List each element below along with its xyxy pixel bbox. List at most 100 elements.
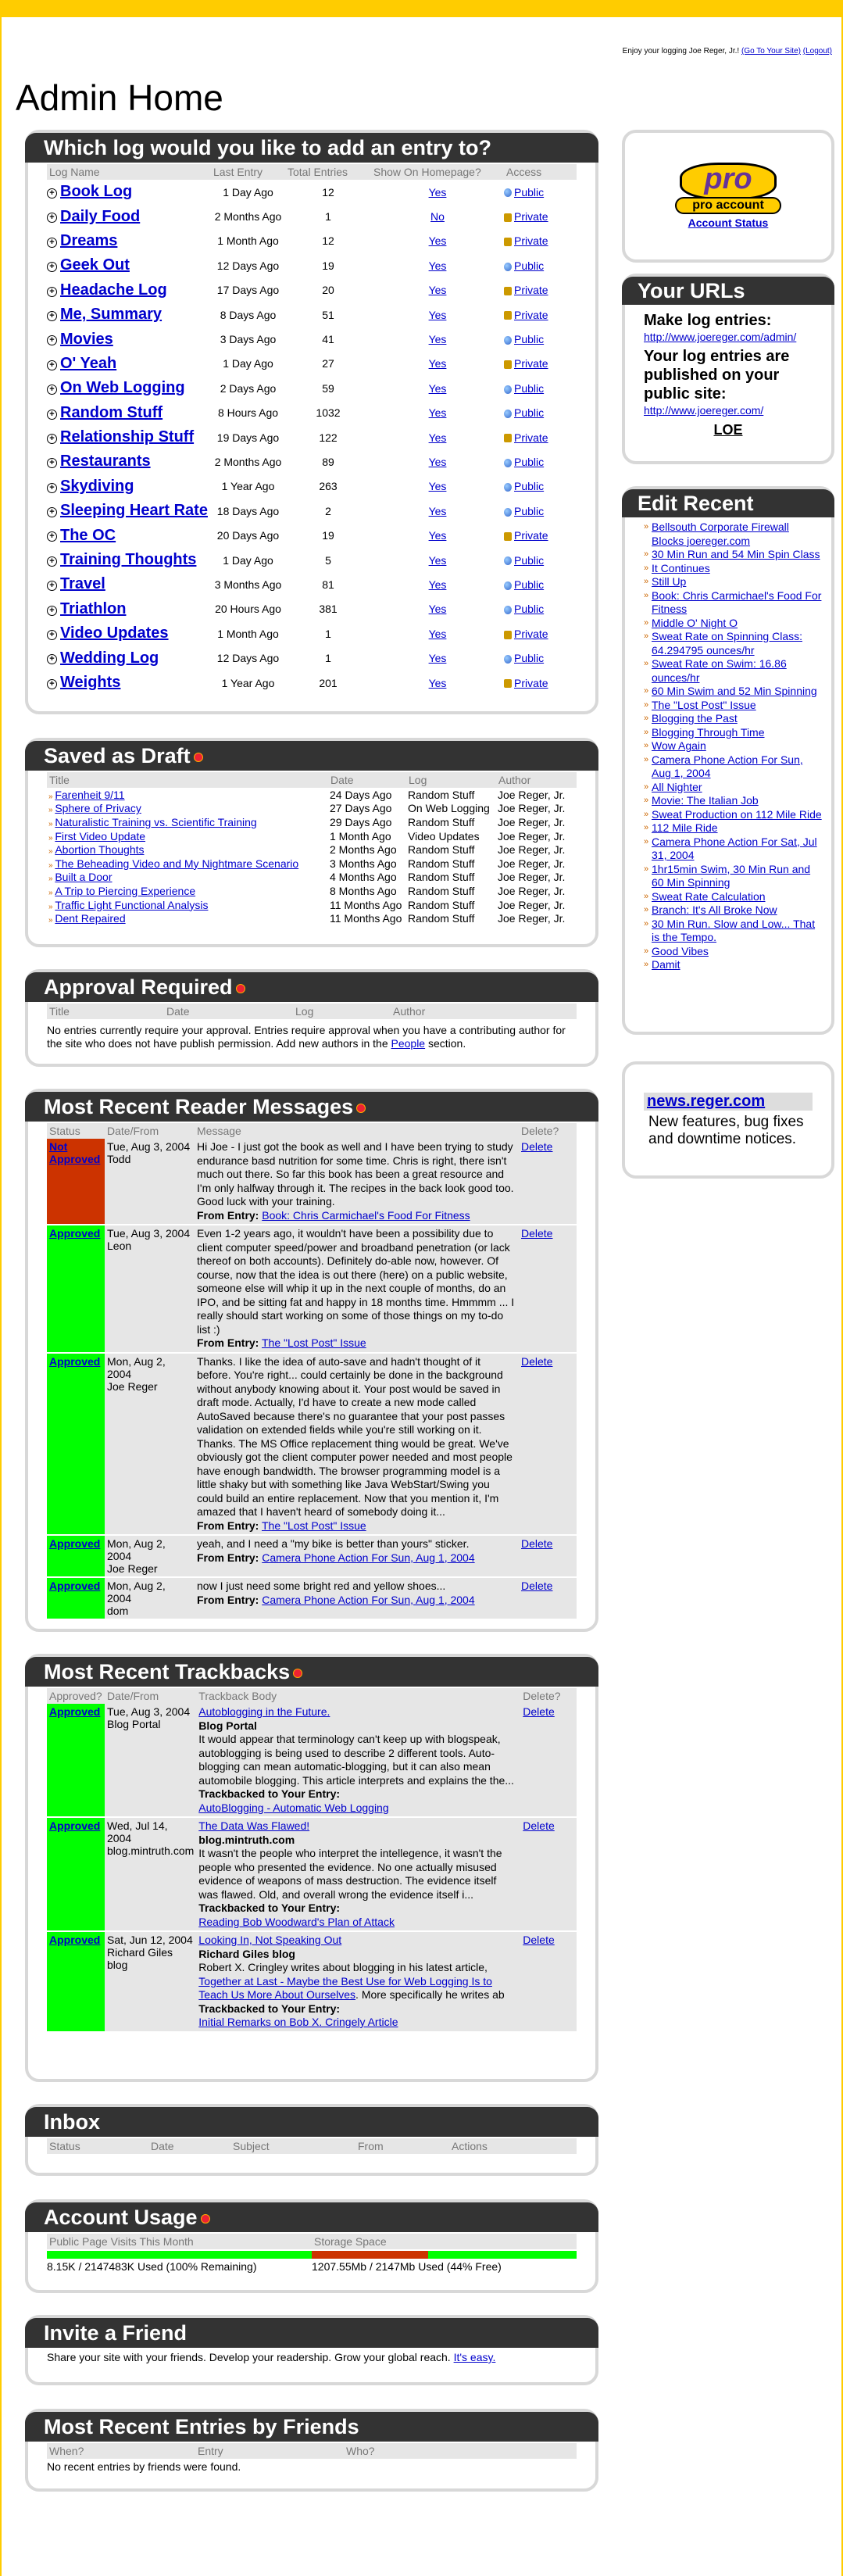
edit-recent-link[interactable]: Still Up xyxy=(644,575,823,589)
edit-recent-link[interactable]: The "Lost Post" Issue xyxy=(644,699,823,713)
edit-recent-link[interactable]: Blogging the Past xyxy=(644,712,823,726)
entry-link[interactable]: Initial Remarks on Bob X. Cringely Artic… xyxy=(198,2016,398,2028)
edit-recent-link[interactable]: Branch: It's All Broke Now xyxy=(644,903,823,918)
approve-toggle-link[interactable]: Approved xyxy=(49,1227,100,1240)
plus-icon[interactable]: + xyxy=(47,262,57,273)
draft-title-link[interactable]: Traffic Light Functional Analysis xyxy=(55,899,208,911)
access-link[interactable]: Public xyxy=(514,480,544,492)
edit-recent-link[interactable]: 60 Min Swim and 52 Min Spinning xyxy=(644,685,823,699)
edit-recent-link[interactable]: All Nighter xyxy=(644,781,823,795)
public-url-link[interactable]: http://www.joereger.com/ xyxy=(644,403,813,417)
access-link[interactable]: Public xyxy=(514,578,544,591)
approve-toggle-link[interactable]: Approved xyxy=(49,1819,100,1832)
homepage-toggle-link[interactable]: Yes xyxy=(429,603,447,615)
log-name-link[interactable]: Travel xyxy=(60,575,105,592)
approve-toggle-link[interactable]: Approved xyxy=(49,1580,100,1592)
delete-link[interactable]: Delete xyxy=(521,1537,552,1550)
info-icon[interactable] xyxy=(200,2213,210,2224)
plus-icon[interactable]: + xyxy=(47,385,57,395)
homepage-toggle-link[interactable]: Yes xyxy=(429,259,447,272)
account-status-link[interactable]: Account Status xyxy=(625,216,831,229)
info-icon[interactable] xyxy=(293,1668,303,1678)
edit-recent-link[interactable]: Bellsouth Corporate Firewall Blocks joer… xyxy=(644,521,823,548)
delete-link[interactable]: Delete xyxy=(523,1705,554,1718)
draft-title-link[interactable]: A Trip to Piercing Experience xyxy=(55,885,195,897)
homepage-toggle-link[interactable]: Yes xyxy=(429,406,447,419)
plus-icon[interactable]: + xyxy=(47,409,57,420)
edit-recent-link[interactable]: Blogging Through Time xyxy=(644,726,823,740)
entry-link[interactable]: Book: Chris Carmichael's Food For Fitnes… xyxy=(262,1209,470,1222)
access-link[interactable]: Public xyxy=(514,259,544,272)
plus-icon[interactable]: + xyxy=(47,482,57,493)
homepage-toggle-link[interactable]: Yes xyxy=(429,431,447,444)
log-name-link[interactable]: Dreams xyxy=(60,232,117,249)
log-name-link[interactable]: On Web Logging xyxy=(60,379,185,396)
access-link[interactable]: Private xyxy=(514,677,548,689)
delete-link[interactable]: Delete xyxy=(521,1580,552,1592)
loe-link[interactable]: LOE xyxy=(644,420,813,439)
trackback-title-link[interactable]: Autoblogging in the Future. xyxy=(198,1705,330,1718)
edit-recent-link[interactable]: Damit xyxy=(644,958,823,972)
log-name-link[interactable]: Wedding Log xyxy=(60,649,159,667)
edit-recent-link[interactable]: Good Vibes xyxy=(644,945,823,959)
edit-recent-link[interactable]: Sweat Rate on Spinning Class: 64.294795 … xyxy=(644,630,823,657)
approve-toggle-link[interactable]: Approved xyxy=(49,1705,100,1718)
log-name-link[interactable]: Skydiving xyxy=(60,478,134,495)
homepage-toggle-link[interactable]: Yes xyxy=(429,578,447,591)
edit-recent-link[interactable]: Book: Chris Carmichael's Food For Fitnes… xyxy=(644,589,823,617)
draft-title-link[interactable]: Naturalistic Training vs. Scientific Tra… xyxy=(55,816,256,828)
entry-link[interactable]: AutoBlogging - Automatic Web Logging xyxy=(198,1801,388,1814)
access-link[interactable]: Public xyxy=(514,652,544,664)
plus-icon[interactable]: + xyxy=(47,188,57,199)
info-icon[interactable] xyxy=(193,752,203,762)
homepage-toggle-link[interactable]: Yes xyxy=(429,456,447,468)
access-link[interactable]: Private xyxy=(514,210,548,223)
plus-icon[interactable]: + xyxy=(47,433,57,444)
approve-toggle-link[interactable]: Approved xyxy=(49,1537,100,1550)
access-link[interactable]: Private xyxy=(514,628,548,640)
plus-icon[interactable]: + xyxy=(47,335,57,346)
homepage-toggle-link[interactable]: Yes xyxy=(429,677,447,689)
homepage-toggle-link[interactable]: Yes xyxy=(429,234,447,247)
logout-link[interactable]: (Logout) xyxy=(803,47,832,55)
access-link[interactable]: Public xyxy=(514,406,544,419)
access-link[interactable]: Public xyxy=(514,505,544,517)
draft-title-link[interactable]: Farenheit 9/11 xyxy=(55,789,124,801)
entry-link[interactable]: Reading Bob Woodward's Plan of Attack xyxy=(198,1916,395,1928)
edit-recent-link[interactable]: 30 Min Run and 54 Min Spin Class xyxy=(644,548,823,562)
access-link[interactable]: Public xyxy=(514,382,544,395)
homepage-toggle-link[interactable]: Yes xyxy=(429,357,447,370)
entry-link[interactable]: The "Lost Post" Issue xyxy=(262,1519,366,1532)
log-name-link[interactable]: Book Log xyxy=(60,183,132,200)
edit-recent-link[interactable]: It Continues xyxy=(644,562,823,576)
edit-recent-link[interactable]: Camera Phone Action For Sat, Jul 31, 200… xyxy=(644,835,823,863)
homepage-toggle-link[interactable]: Yes xyxy=(429,284,447,296)
access-link[interactable]: Public xyxy=(514,603,544,615)
log-name-link[interactable]: Movies xyxy=(60,331,113,348)
draft-title-link[interactable]: First Video Update xyxy=(55,830,145,843)
info-icon[interactable] xyxy=(356,1103,366,1113)
edit-recent-link[interactable]: 30 Min Run. Slow and Low... That is the … xyxy=(644,918,823,945)
approve-toggle-link[interactable]: Not Approved xyxy=(49,1140,100,1165)
log-name-link[interactable]: Headache Log xyxy=(60,281,167,299)
delete-link[interactable]: Delete xyxy=(523,1819,554,1832)
admin-url-link[interactable]: http://www.joereger.com/admin/ xyxy=(644,330,813,344)
goto-site-link[interactable]: (Go To Your Site) xyxy=(741,47,801,55)
edit-recent-link[interactable]: 1hr15min Swim, 30 Min Run and 60 Min Spi… xyxy=(644,863,823,890)
access-link[interactable]: Private xyxy=(514,357,548,370)
homepage-toggle-link[interactable]: Yes xyxy=(429,382,447,395)
plus-icon[interactable]: + xyxy=(47,531,57,542)
log-name-link[interactable]: Restaurants xyxy=(60,453,151,470)
edit-recent-link[interactable]: Wow Again xyxy=(644,739,823,753)
access-link[interactable]: Public xyxy=(514,186,544,199)
log-name-link[interactable]: Me, Summary xyxy=(60,306,162,323)
access-link[interactable]: Private xyxy=(514,309,548,321)
plus-icon[interactable]: + xyxy=(47,286,57,297)
plus-icon[interactable]: + xyxy=(47,310,57,321)
news-link[interactable]: news.reger.com xyxy=(647,1093,765,1110)
plus-icon[interactable]: + xyxy=(47,360,57,370)
edit-recent-link[interactable]: Sweat Rate Calculation xyxy=(644,890,823,904)
log-name-link[interactable]: Weights xyxy=(60,674,120,691)
log-name-link[interactable]: Sleeping Heart Rate xyxy=(60,502,208,519)
homepage-toggle-link[interactable]: Yes xyxy=(429,505,447,517)
